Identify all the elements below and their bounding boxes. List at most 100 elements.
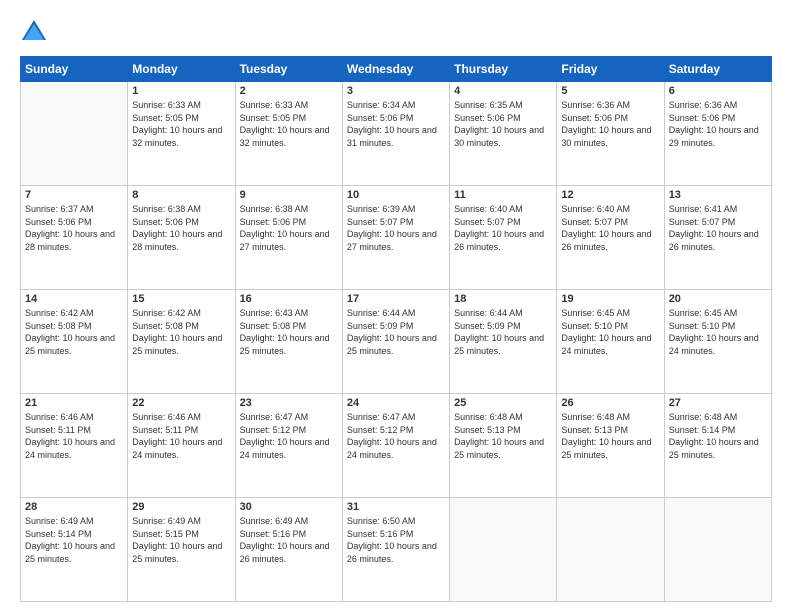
calendar-cell: 23 Sunrise: 6:47 AMSunset: 5:12 PMDayligh… <box>235 394 342 498</box>
calendar-cell <box>450 498 557 602</box>
day-number: 17 <box>347 293 445 305</box>
day-header-thursday: Thursday <box>450 57 557 82</box>
day-header-tuesday: Tuesday <box>235 57 342 82</box>
day-info: Sunrise: 6:48 AMSunset: 5:13 PMDaylight:… <box>561 411 659 461</box>
day-info: Sunrise: 6:33 AMSunset: 5:05 PMDaylight:… <box>240 99 338 149</box>
calendar-cell <box>21 82 128 186</box>
day-header-wednesday: Wednesday <box>342 57 449 82</box>
day-number: 11 <box>454 189 552 201</box>
day-number: 20 <box>669 293 767 305</box>
day-number: 22 <box>132 397 230 409</box>
day-info: Sunrise: 6:49 AMSunset: 5:15 PMDaylight:… <box>132 515 230 565</box>
calendar-cell: 2 Sunrise: 6:33 AMSunset: 5:05 PMDaylight… <box>235 82 342 186</box>
calendar-cell: 11 Sunrise: 6:40 AMSunset: 5:07 PMDayligh… <box>450 186 557 290</box>
day-number: 1 <box>132 85 230 97</box>
calendar-cell: 22 Sunrise: 6:46 AMSunset: 5:11 PMDayligh… <box>128 394 235 498</box>
calendar-header-row: SundayMondayTuesdayWednesdayThursdayFrid… <box>21 57 772 82</box>
week-row-4: 28Sunrise: 6:49 AMSunset: 5:14 PMDayligh… <box>21 498 772 602</box>
calendar-cell: 9Sunrise: 6:38 AMSunset: 5:06 PMDaylight… <box>235 186 342 290</box>
day-number: 12 <box>561 189 659 201</box>
calendar-cell: 6 Sunrise: 6:36 AMSunset: 5:06 PMDaylight… <box>664 82 771 186</box>
day-info: Sunrise: 6:46 AMSunset: 5:11 PMDaylight:… <box>25 411 123 461</box>
calendar-cell: 18Sunrise: 6:44 AMSunset: 5:09 PMDayligh… <box>450 290 557 394</box>
day-info: Sunrise: 6:48 AMSunset: 5:14 PMDaylight:… <box>669 411 767 461</box>
day-number: 6 <box>669 85 767 97</box>
week-row-1: 7 Sunrise: 6:37 AMSunset: 5:06 PMDaylight… <box>21 186 772 290</box>
day-number: 31 <box>347 501 445 513</box>
week-row-0: 1 Sunrise: 6:33 AMSunset: 5:05 PMDaylight… <box>21 82 772 186</box>
day-info: Sunrise: 6:42 AMSunset: 5:08 PMDaylight:… <box>132 307 230 357</box>
day-info: Sunrise: 6:38 AMSunset: 5:06 PMDaylight:… <box>132 203 230 253</box>
day-info: Sunrise: 6:44 AMSunset: 5:09 PMDaylight:… <box>347 307 445 357</box>
day-number: 10 <box>347 189 445 201</box>
calendar-cell: 14 Sunrise: 6:42 AMSunset: 5:08 PMDayligh… <box>21 290 128 394</box>
day-info: Sunrise: 6:50 AMSunset: 5:16 PMDaylight:… <box>347 515 445 565</box>
calendar-cell: 29 Sunrise: 6:49 AMSunset: 5:15 PMDayligh… <box>128 498 235 602</box>
day-info: Sunrise: 6:47 AMSunset: 5:12 PMDaylight:… <box>347 411 445 461</box>
calendar-cell <box>557 498 664 602</box>
day-info: Sunrise: 6:36 AMSunset: 5:06 PMDaylight:… <box>669 99 767 149</box>
day-number: 15 <box>132 293 230 305</box>
day-number: 28 <box>25 501 123 513</box>
day-info: Sunrise: 6:46 AMSunset: 5:11 PMDaylight:… <box>132 411 230 461</box>
calendar-cell: 10Sunrise: 6:39 AMSunset: 5:07 PMDayligh… <box>342 186 449 290</box>
calendar-cell: 20 Sunrise: 6:45 AMSunset: 5:10 PMDayligh… <box>664 290 771 394</box>
page: SundayMondayTuesdayWednesdayThursdayFrid… <box>0 0 792 612</box>
day-info: Sunrise: 6:34 AMSunset: 5:06 PMDaylight:… <box>347 99 445 149</box>
day-number: 24 <box>347 397 445 409</box>
week-row-3: 21Sunrise: 6:46 AMSunset: 5:11 PMDayligh… <box>21 394 772 498</box>
day-info: Sunrise: 6:35 AMSunset: 5:06 PMDaylight:… <box>454 99 552 149</box>
day-number: 13 <box>669 189 767 201</box>
calendar-cell: 13Sunrise: 6:41 AMSunset: 5:07 PMDayligh… <box>664 186 771 290</box>
week-row-2: 14 Sunrise: 6:42 AMSunset: 5:08 PMDayligh… <box>21 290 772 394</box>
calendar-cell: 25Sunrise: 6:48 AMSunset: 5:13 PMDayligh… <box>450 394 557 498</box>
day-info: Sunrise: 6:42 AMSunset: 5:08 PMDaylight:… <box>25 307 123 357</box>
day-info: Sunrise: 6:43 AMSunset: 5:08 PMDaylight:… <box>240 307 338 357</box>
calendar-cell: 19 Sunrise: 6:45 AMSunset: 5:10 PMDayligh… <box>557 290 664 394</box>
day-info: Sunrise: 6:47 AMSunset: 5:12 PMDaylight:… <box>240 411 338 461</box>
calendar-cell: 26 Sunrise: 6:48 AMSunset: 5:13 PMDayligh… <box>557 394 664 498</box>
calendar-cell: 31 Sunrise: 6:50 AMSunset: 5:16 PMDayligh… <box>342 498 449 602</box>
day-header-sunday: Sunday <box>21 57 128 82</box>
day-info: Sunrise: 6:49 AMSunset: 5:16 PMDaylight:… <box>240 515 338 565</box>
calendar-cell: 21Sunrise: 6:46 AMSunset: 5:11 PMDayligh… <box>21 394 128 498</box>
logo-icon <box>20 18 48 46</box>
day-number: 5 <box>561 85 659 97</box>
calendar-cell: 27 Sunrise: 6:48 AMSunset: 5:14 PMDayligh… <box>664 394 771 498</box>
day-info: Sunrise: 6:38 AMSunset: 5:06 PMDaylight:… <box>240 203 338 253</box>
day-info: Sunrise: 6:40 AMSunset: 5:07 PMDaylight:… <box>561 203 659 253</box>
day-number: 16 <box>240 293 338 305</box>
day-number: 29 <box>132 501 230 513</box>
day-info: Sunrise: 6:45 AMSunset: 5:10 PMDaylight:… <box>561 307 659 357</box>
calendar-cell: 1Sunrise: 6:33 AMSunset: 5:05 PMDaylight… <box>128 82 235 186</box>
calendar-cell: 16 Sunrise: 6:43 AMSunset: 5:08 PMDayligh… <box>235 290 342 394</box>
day-info: Sunrise: 6:37 AMSunset: 5:06 PMDaylight:… <box>25 203 123 253</box>
day-number: 3 <box>347 85 445 97</box>
day-info: Sunrise: 6:40 AMSunset: 5:07 PMDaylight:… <box>454 203 552 253</box>
calendar-cell: 30 Sunrise: 6:49 AMSunset: 5:16 PMDayligh… <box>235 498 342 602</box>
day-info: Sunrise: 6:45 AMSunset: 5:10 PMDaylight:… <box>669 307 767 357</box>
calendar-cell: 3 Sunrise: 6:34 AMSunset: 5:06 PMDaylight… <box>342 82 449 186</box>
calendar: SundayMondayTuesdayWednesdayThursdayFrid… <box>20 56 772 602</box>
day-info: Sunrise: 6:36 AMSunset: 5:06 PMDaylight:… <box>561 99 659 149</box>
calendar-cell: 8Sunrise: 6:38 AMSunset: 5:06 PMDaylight… <box>128 186 235 290</box>
calendar-cell: 5 Sunrise: 6:36 AMSunset: 5:06 PMDaylight… <box>557 82 664 186</box>
day-number: 14 <box>25 293 123 305</box>
day-number: 19 <box>561 293 659 305</box>
calendar-cell: 7 Sunrise: 6:37 AMSunset: 5:06 PMDaylight… <box>21 186 128 290</box>
calendar-cell: 12 Sunrise: 6:40 AMSunset: 5:07 PMDayligh… <box>557 186 664 290</box>
day-number: 23 <box>240 397 338 409</box>
day-number: 7 <box>25 189 123 201</box>
calendar-cell: 4Sunrise: 6:35 AMSunset: 5:06 PMDaylight… <box>450 82 557 186</box>
day-header-saturday: Saturday <box>664 57 771 82</box>
day-number: 26 <box>561 397 659 409</box>
header <box>20 18 772 46</box>
calendar-cell <box>664 498 771 602</box>
day-number: 2 <box>240 85 338 97</box>
calendar-cell: 28Sunrise: 6:49 AMSunset: 5:14 PMDayligh… <box>21 498 128 602</box>
day-number: 25 <box>454 397 552 409</box>
day-header-monday: Monday <box>128 57 235 82</box>
day-number: 27 <box>669 397 767 409</box>
day-number: 30 <box>240 501 338 513</box>
calendar-cell: 24 Sunrise: 6:47 AMSunset: 5:12 PMDayligh… <box>342 394 449 498</box>
